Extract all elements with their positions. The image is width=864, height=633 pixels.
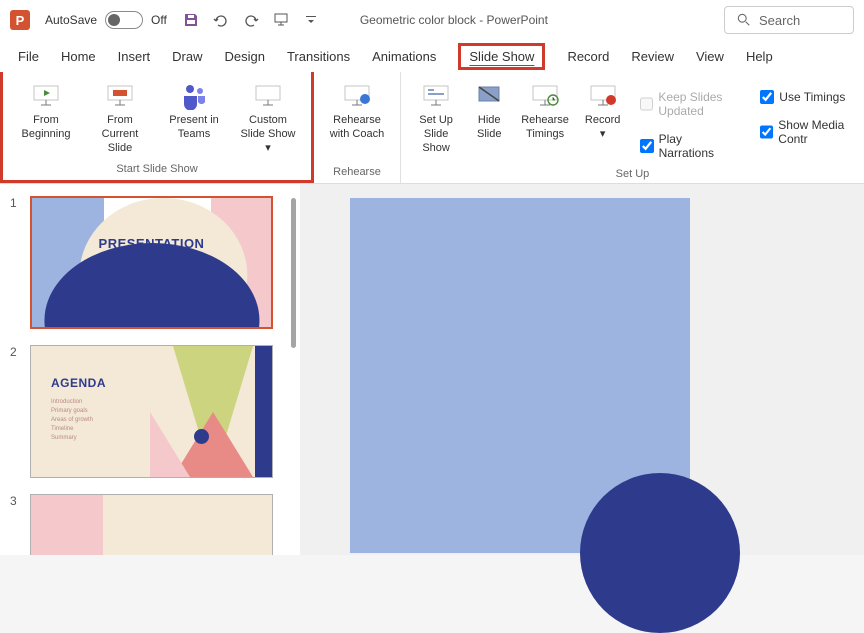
customize-qat-icon[interactable] <box>302 11 320 29</box>
search-icon <box>737 13 751 27</box>
rehearse-timings-label: Rehearse Timings <box>521 114 569 142</box>
use-timings-checkbox[interactable]: Use Timings <box>760 90 846 104</box>
keep-slides-updated-checkbox[interactable]: Keep Slides Updated <box>640 90 736 118</box>
hide-slide-icon <box>473 82 505 110</box>
rehearse-with-coach-button[interactable]: Rehearse with Coach <box>322 76 392 162</box>
tab-view[interactable]: View <box>696 45 724 68</box>
autosave-toggle[interactable]: AutoSave Off <box>45 11 167 29</box>
group-rehearse: Rehearse with Coach Rehearse <box>314 72 401 183</box>
hide-slide-button[interactable]: Hide Slide <box>467 76 511 164</box>
tab-draw[interactable]: Draw <box>172 45 202 68</box>
present-in-teams-label: Present in Teams <box>165 114 223 142</box>
play-narrations-checkbox[interactable]: Play Narrations <box>640 132 736 160</box>
undo-icon[interactable] <box>212 11 230 29</box>
ribbon: From Beginning From Current Slide Presen… <box>0 72 864 184</box>
from-beginning-button[interactable]: From Beginning <box>11 76 81 159</box>
powerpoint-icon: P <box>10 10 30 30</box>
tab-transitions[interactable]: Transitions <box>287 45 350 68</box>
slide-canvas[interactable]: P <box>300 184 864 555</box>
from-beginning-label: From Beginning <box>17 114 75 142</box>
slide1-title: PRESENTATION TITLE <box>92 236 212 266</box>
slide-thumbnail-3[interactable]: 3 INTRODUCTION <box>10 494 298 555</box>
slide-number: 3 <box>10 494 22 555</box>
setup-checkboxes-col2: Use Timings Show Media Contr <box>750 76 856 164</box>
from-beginning-icon[interactable] <box>272 11 290 29</box>
group-start-slide-show: From Beginning From Current Slide Presen… <box>0 72 314 183</box>
set-up-icon <box>420 82 452 110</box>
toggle-off-icon[interactable] <box>105 11 143 29</box>
slide-thumbnail-1[interactable]: 1 PRESENTATION TITLE Mirjam Nilsson <box>10 196 298 329</box>
record-icon <box>587 82 619 110</box>
custom-slide-show-label: Custom Slide Show ▾ <box>239 114 297 155</box>
tab-file[interactable]: File <box>18 45 39 68</box>
show-media-controls-checkbox[interactable]: Show Media Contr <box>760 118 846 146</box>
from-current-slide-button[interactable]: From Current Slide <box>85 76 155 159</box>
ribbon-tabs: File Home Insert Draw Design Transitions… <box>0 40 864 72</box>
main-slide-preview <box>350 198 690 553</box>
autosave-label: AutoSave <box>45 13 97 27</box>
chevron-down-icon: ▾ <box>600 128 606 140</box>
redo-icon[interactable] <box>242 11 260 29</box>
workspace: 1 PRESENTATION TITLE Mirjam Nilsson 2 AG… <box>0 184 864 555</box>
save-icon[interactable] <box>182 11 200 29</box>
slide2-agenda-list: IntroductionPrimary goalsAreas of growth… <box>51 398 93 443</box>
set-up-slide-show-button[interactable]: Set Up Slide Show <box>409 76 463 164</box>
teams-icon <box>178 82 210 110</box>
setup-checkboxes-col1: Keep Slides Updated Play Narrations <box>630 76 746 164</box>
rehearse-timings-icon <box>529 82 561 110</box>
chevron-down-icon: ▾ <box>265 142 271 154</box>
tab-design[interactable]: Design <box>225 45 265 68</box>
slide2-title: AGENDA <box>51 376 106 390</box>
title-bar: P AutoSave Off Geometric color block - P… <box>0 0 864 40</box>
slide-number: 2 <box>10 345 22 478</box>
tab-review[interactable]: Review <box>631 45 674 68</box>
group-label-setup: Set Up <box>409 164 856 185</box>
group-label-start: Start Slide Show <box>11 159 303 180</box>
rehearse-coach-icon <box>341 82 373 110</box>
group-set-up: Set Up Slide Show Hide Slide Rehearse Ti… <box>401 72 864 183</box>
tab-record[interactable]: Record <box>567 45 609 68</box>
custom-slide-show-icon <box>252 82 284 110</box>
record-button[interactable]: Record▾ <box>579 76 626 164</box>
rehearse-timings-button[interactable]: Rehearse Timings <box>515 76 575 164</box>
slide-thumbnails-panel[interactable]: 1 PRESENTATION TITLE Mirjam Nilsson 2 AG… <box>0 184 300 555</box>
tab-insert[interactable]: Insert <box>118 45 151 68</box>
tab-home[interactable]: Home <box>61 45 96 68</box>
tab-animations[interactable]: Animations <box>372 45 436 68</box>
set-up-slide-show-label: Set Up Slide Show <box>415 114 457 155</box>
hide-slide-label: Hide Slide <box>473 114 505 142</box>
tab-help[interactable]: Help <box>746 45 773 68</box>
tab-slide-show[interactable]: Slide Show <box>458 43 545 70</box>
custom-slide-show-button[interactable]: Custom Slide Show ▾ <box>233 76 303 159</box>
search-input[interactable]: Search <box>724 6 854 34</box>
from-beginning-icon <box>30 82 62 110</box>
document-title: Geometric color block - PowerPoint <box>360 13 548 27</box>
record-label: Record▾ <box>585 114 620 142</box>
from-current-slide-icon <box>104 82 136 110</box>
slide-number: 1 <box>10 196 22 329</box>
group-label-rehearse: Rehearse <box>322 162 392 183</box>
present-in-teams-button[interactable]: Present in Teams <box>159 76 229 159</box>
autosave-state: Off <box>151 13 167 27</box>
rehearse-coach-label: Rehearse with Coach <box>328 114 386 142</box>
search-placeholder: Search <box>759 13 800 28</box>
quick-access-toolbar <box>182 11 320 29</box>
slide-thumbnail-2[interactable]: 2 AGENDA IntroductionPrimary goalsAreas … <box>10 345 298 478</box>
scrollbar-vertical[interactable] <box>291 198 296 348</box>
from-current-slide-label: From Current Slide <box>91 114 149 155</box>
slide1-subtitle: Mirjam Nilsson <box>129 271 175 278</box>
